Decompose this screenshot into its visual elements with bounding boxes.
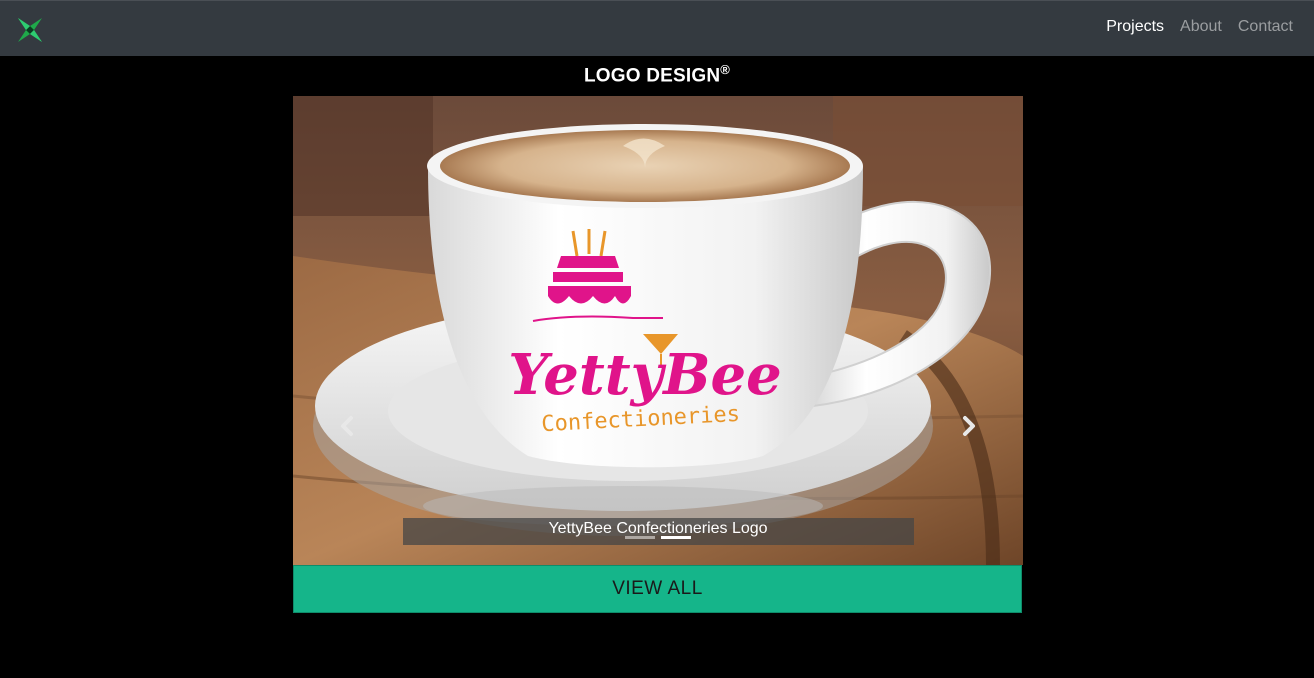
registered-mark: ® [720, 62, 731, 77]
chevron-left-icon[interactable] [336, 414, 360, 438]
slide-image: YettyBee Confectioneries [293, 96, 1023, 565]
nav-link-projects[interactable]: Projects [1106, 18, 1164, 36]
carousel-indicators [625, 536, 691, 539]
view-all-button[interactable]: VIEW ALL [293, 565, 1022, 613]
image-carousel[interactable]: YettyBee Confectioneries YettyBee Confec… [293, 96, 1023, 565]
carousel-indicator-2[interactable] [661, 536, 691, 539]
carousel-indicator-1[interactable] [625, 536, 655, 539]
logo-icon[interactable] [15, 15, 45, 45]
nav-links: Projects About Contact [1106, 18, 1293, 36]
page-title-text: LOGO DESIGN [583, 65, 721, 87]
nav-link-contact[interactable]: Contact [1238, 18, 1293, 36]
top-navbar: Projects About Contact [0, 0, 1314, 56]
chevron-right-icon[interactable] [956, 414, 980, 438]
page-title: LOGO DESIGN® [0, 62, 1314, 87]
logo-wordmark: YettyBee [508, 342, 782, 408]
nav-link-about[interactable]: About [1180, 18, 1222, 36]
